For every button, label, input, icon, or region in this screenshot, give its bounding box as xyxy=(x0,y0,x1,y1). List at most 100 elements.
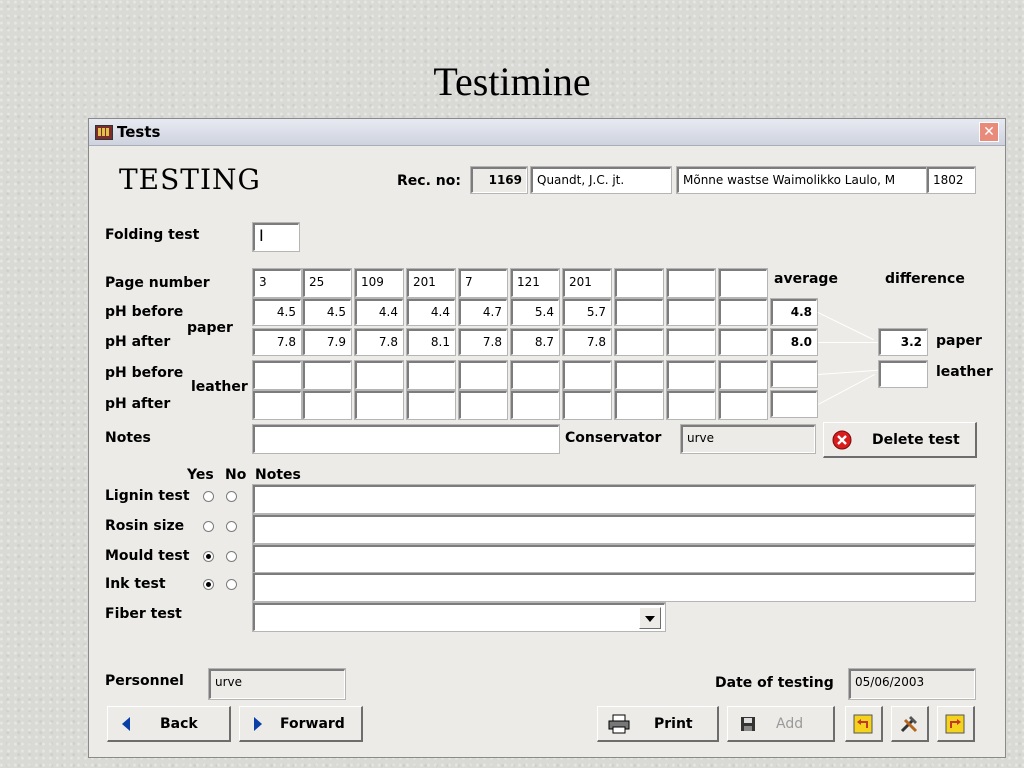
ph-after-paper-cell[interactable]: 7.9 xyxy=(302,328,352,356)
test-yes-radio[interactable] xyxy=(203,491,214,502)
ph-after-leather-cell[interactable] xyxy=(458,390,508,420)
page-number-cell[interactable]: 3 xyxy=(252,268,302,298)
year-field[interactable]: 1802 xyxy=(926,166,976,194)
rec-no-field: 1169 xyxy=(470,166,528,194)
ph-before-leather-cell[interactable] xyxy=(510,360,560,390)
tests-notes-label: Notes xyxy=(255,467,301,483)
no-label: No xyxy=(225,467,247,483)
back-button[interactable]: Back xyxy=(107,706,231,742)
redo-button[interactable] xyxy=(937,706,975,742)
test-no-radio[interactable] xyxy=(226,579,237,590)
ph-before-leather-cell[interactable] xyxy=(354,360,404,390)
ph-after-leather-cell[interactable] xyxy=(510,390,560,420)
test-notes-field[interactable] xyxy=(252,484,976,514)
test-yes-radio[interactable] xyxy=(203,521,214,532)
undo-button[interactable] xyxy=(845,706,883,742)
forward-button[interactable]: Forward xyxy=(239,706,363,742)
ph-before-leather-cell[interactable] xyxy=(666,360,716,390)
page-number-label: Page number xyxy=(105,275,210,291)
ph-after-paper-cell[interactable] xyxy=(666,328,716,356)
ph-before-leather-cell[interactable] xyxy=(718,360,768,390)
avg-after-paper: 8.0 xyxy=(770,328,818,356)
test-label: Ink test xyxy=(105,576,166,592)
diff-paper-field: 3.2 xyxy=(878,328,928,356)
fiber-test-label: Fiber test xyxy=(105,606,182,622)
add-button[interactable]: Add xyxy=(727,706,835,742)
page-number-cell[interactable]: 7 xyxy=(458,268,508,298)
ph-after-paper-cell[interactable]: 7.8 xyxy=(458,328,508,356)
page-number-cell[interactable] xyxy=(614,268,664,298)
ph-before-paper-label: pH before xyxy=(105,304,184,320)
ph-before-leather-cell[interactable] xyxy=(458,360,508,390)
close-icon[interactable]: ✕ xyxy=(979,122,999,142)
print-button[interactable]: Print xyxy=(597,706,719,742)
tools-button[interactable] xyxy=(891,706,929,742)
ph-after-leather-cell[interactable] xyxy=(354,390,404,420)
ph-after-paper-cell[interactable]: 7.8 xyxy=(354,328,404,356)
test-notes-field[interactable] xyxy=(252,514,976,544)
test-yes-radio[interactable] xyxy=(203,579,214,590)
ph-after-paper-cell[interactable] xyxy=(718,328,768,356)
page-number-cell[interactable]: 25 xyxy=(302,268,352,298)
add-label: Add xyxy=(776,716,804,732)
ph-after-leather-cell[interactable] xyxy=(614,390,664,420)
ph-after-paper-cell[interactable]: 7.8 xyxy=(252,328,302,356)
fiber-test-select[interactable] xyxy=(252,602,666,632)
test-notes-field[interactable] xyxy=(252,572,976,602)
ph-after-leather-cell[interactable] xyxy=(718,390,768,420)
ph-after-leather-cell[interactable] xyxy=(406,390,456,420)
folding-test-field[interactable]: I xyxy=(252,222,300,252)
connector-line xyxy=(817,312,874,341)
ph-before-leather-cell[interactable] xyxy=(406,360,456,390)
avg-before-paper: 4.8 xyxy=(770,298,818,326)
date-of-testing-label: Date of testing xyxy=(715,675,834,691)
ph-before-paper-cell[interactable]: 5.4 xyxy=(510,298,560,326)
form-heading: TESTING xyxy=(119,163,261,196)
ph-after-leather-cell[interactable] xyxy=(666,390,716,420)
ph-before-paper-cell[interactable]: 4.4 xyxy=(406,298,456,326)
page-number-cell[interactable]: 201 xyxy=(406,268,456,298)
page-number-cell[interactable] xyxy=(666,268,716,298)
window-titlebar: Tests ✕ xyxy=(89,119,1005,146)
ph-after-leather-cell[interactable] xyxy=(562,390,612,420)
ph-before-leather-cell[interactable] xyxy=(562,360,612,390)
delete-icon xyxy=(832,430,852,450)
test-notes-field[interactable] xyxy=(252,544,976,574)
ph-after-paper-cell[interactable]: 7.8 xyxy=(562,328,612,356)
ph-after-leather-cell[interactable] xyxy=(302,390,352,420)
test-no-radio[interactable] xyxy=(226,521,237,532)
ph-after-leather-cell[interactable] xyxy=(252,390,302,420)
ph-before-leather-cell[interactable] xyxy=(614,360,664,390)
test-no-radio[interactable] xyxy=(226,551,237,562)
avg-after-leather xyxy=(770,390,818,418)
ph-before-paper-cell[interactable]: 4.4 xyxy=(354,298,404,326)
chevron-down-icon[interactable] xyxy=(639,607,661,629)
ph-before-paper-cell[interactable] xyxy=(718,298,768,326)
book-title-field[interactable]: Mõnne wastse Waimolikko Laulo, M xyxy=(676,166,928,194)
page-number-cell[interactable]: 201 xyxy=(562,268,612,298)
delete-test-button[interactable]: Delete test xyxy=(823,422,977,458)
ph-after-paper-cell[interactable]: 8.1 xyxy=(406,328,456,356)
test-yes-radio[interactable] xyxy=(203,551,214,562)
page-number-cell[interactable]: 121 xyxy=(510,268,560,298)
ph-before-paper-cell[interactable]: 4.5 xyxy=(302,298,352,326)
page-number-cell[interactable] xyxy=(718,268,768,298)
test-no-radio[interactable] xyxy=(226,491,237,502)
ph-before-leather-cell[interactable] xyxy=(252,360,302,390)
author-field[interactable]: Quandt, J.C. jt. xyxy=(530,166,672,194)
ph-before-leather-cell[interactable] xyxy=(302,360,352,390)
test-label: Lignin test xyxy=(105,488,190,504)
ph-after-paper-cell[interactable]: 8.7 xyxy=(510,328,560,356)
ph-after-paper-cell[interactable] xyxy=(614,328,664,356)
ph-before-paper-cell[interactable]: 5.7 xyxy=(562,298,612,326)
test-label: Mould test xyxy=(105,548,190,564)
tools-icon xyxy=(900,716,918,733)
ph-after-paper-label: pH after xyxy=(105,334,171,350)
ph-before-paper-cell[interactable] xyxy=(614,298,664,326)
arrow-right-icon xyxy=(254,717,262,731)
ph-before-paper-cell[interactable]: 4.5 xyxy=(252,298,302,326)
ph-before-paper-cell[interactable] xyxy=(666,298,716,326)
page-number-cell[interactable]: 109 xyxy=(354,268,404,298)
ph-before-paper-cell[interactable]: 4.7 xyxy=(458,298,508,326)
notes-field[interactable] xyxy=(252,424,560,454)
